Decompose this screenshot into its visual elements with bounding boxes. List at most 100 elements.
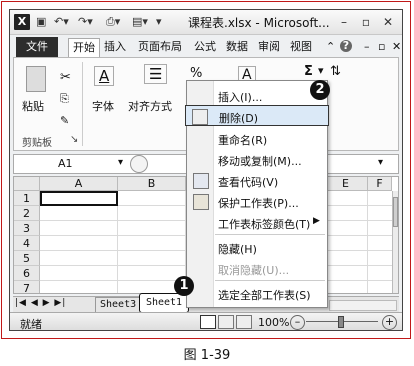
menu-item-move-copy[interactable]: 移动或复制(M)... [187,149,327,170]
vertical-scroll-thumb[interactable] [393,197,398,227]
menu-item-delete[interactable]: 删除(D) [185,105,329,126]
alignment-icon[interactable]: ☰ [144,64,168,84]
formula-bar-options-icon[interactable] [130,155,148,173]
ribbon-tabs: 文件 开始 插入 页面布局 公式 数据 审阅 视图 ⌃ ? – ▫ ✕ [10,35,402,57]
clipboard-launcher-icon[interactable]: ↘ [70,134,78,145]
font-button[interactable]: 字体 [92,98,114,114]
menu-item-select-all-sheets[interactable]: 选定全部工作表(S) [187,283,327,304]
sort-filter-icon[interactable]: ⇅ [330,64,341,79]
format-painter-icon[interactable]: ✎ [60,114,69,127]
autosum-dropdown-icon[interactable]: ▾ [318,64,324,77]
close-icon[interactable]: ✕ [380,14,396,30]
tab-home[interactable]: 开始 [68,38,100,57]
menu-item-label: 工作表标签颜色(T) [218,218,311,231]
tab-data[interactable]: 数据 [222,38,252,56]
window-title: 课程表.xlsx - Microsoft... [188,16,330,30]
tab-formulas[interactable]: 公式 [190,38,220,56]
percent-icon[interactable]: % [190,66,202,81]
name-box-dropdown-icon[interactable]: ▾ [118,157,123,168]
autosum-icon[interactable]: Σ [304,64,313,79]
clipboard-group-label: 剪贴板 [22,138,52,149]
page-break-view-icon[interactable] [236,315,252,329]
tab-review[interactable]: 审阅 [254,38,284,56]
menu-item-label: 查看代码(V) [218,176,279,189]
screenshot-frame: X ▣ ↶▾ ↷▾ ⎙▾ ▤▾ ▾ 课程表.xlsx - Microsoft..… [1,1,411,339]
grid-line [367,191,368,293]
undo-icon[interactable]: ↶▾ [54,14,69,30]
alignment-button[interactable]: 对齐方式 [128,98,172,114]
customize-quick-access-icon[interactable]: ▾ [156,14,162,30]
title-bar: X ▣ ↶▾ ↷▾ ⎙▾ ▤▾ ▾ 课程表.xlsx - Microsoft..… [10,10,402,35]
tab-insert[interactable]: 插入 [100,38,130,56]
tab-file[interactable]: 文件 [16,37,58,57]
formula-bar-expand-icon[interactable]: ▾ [378,157,383,168]
menu-item-tab-color[interactable]: 工作表标签颜色(T) ▶ [187,212,327,233]
menu-item-view-code[interactable]: 查看代码(V) [187,170,327,191]
menu-item-rename[interactable]: 重命名(R) [187,128,327,149]
menu-item-label: 保护工作表(P)... [218,197,299,210]
row-header[interactable]: 3 [14,221,40,236]
minimize-icon[interactable]: – [336,14,352,30]
zoom-slider-thumb[interactable] [338,316,344,328]
group-divider [82,62,83,146]
name-box[interactable]: A1 [18,157,118,171]
cut-icon[interactable]: ✂ [60,70,71,85]
menu-item-unhide: 取消隐藏(U)... [187,258,327,279]
save-icon[interactable]: ▣ [36,14,46,30]
callout-step-2: 2 [310,80,330,100]
row-header[interactable]: 7 [14,281,40,293]
menu-item-label: 选定全部工作表(S) [218,289,311,302]
column-header-b[interactable]: B [118,177,186,191]
select-all-corner[interactable] [14,177,40,191]
figure-caption: 图 1-39 [183,348,231,363]
sheet-tab-sheet1[interactable]: Sheet1 [139,293,189,313]
restore-icon[interactable]: ▫ [358,14,374,30]
delete-icon [192,109,208,125]
doc-close-icon[interactable]: ✕ [388,38,402,56]
tab-view[interactable]: 视图 [286,38,316,56]
tab-page-layout[interactable]: 页面布局 [134,38,186,56]
menu-item-label: 重命名(R) [218,134,268,147]
menu-item-hide[interactable]: 隐藏(H) [187,237,327,258]
status-bar: 就绪 100% – + [10,312,402,330]
redo-icon[interactable]: ↷▾ [78,14,93,30]
zoom-in-icon[interactable]: + [382,315,397,330]
doc-minimize-icon[interactable]: – [360,38,374,56]
menu-item-label: 插入(I)... [218,91,263,104]
column-header-e[interactable]: E [324,177,368,191]
menu-separator [215,234,325,235]
row-header[interactable]: 2 [14,206,40,221]
font-icon[interactable]: A [94,66,115,86]
row-header[interactable]: 6 [14,266,40,281]
row-header[interactable]: 4 [14,236,40,251]
paste-icon[interactable] [26,66,46,92]
copy-icon[interactable]: ⎘ [60,92,69,106]
submenu-arrow-icon: ▶ [313,216,320,226]
page-layout-view-icon[interactable] [218,315,234,329]
preview-icon[interactable]: ▤▾ [132,14,148,30]
zoom-out-icon[interactable]: – [290,315,305,330]
excel-window: X ▣ ↶▾ ↷▾ ⎙▾ ▤▾ ▾ 课程表.xlsx - Microsoft..… [9,9,403,331]
print-icon[interactable]: ⎙▾ [106,14,120,30]
zoom-level[interactable]: 100% [258,316,289,329]
menu-separator [215,280,325,281]
menu-item-protect-sheet[interactable]: 保护工作表(P)... [187,191,327,212]
horizontal-scrollbar[interactable] [329,300,397,311]
sheet-tab-sheet3[interactable]: Sheet3 [95,297,142,313]
column-header-a[interactable]: A [40,177,118,191]
menu-item-label: 隐藏(H) [218,243,257,256]
row-header[interactable]: 5 [14,251,40,266]
help-icon[interactable]: ? [340,40,352,52]
active-cell-a1[interactable] [40,191,118,206]
excel-app-icon: X [14,14,30,30]
grid-line [117,191,118,293]
column-header-f[interactable]: F [368,177,392,191]
paste-button[interactable]: 粘贴 [22,98,44,114]
sheet-nav-arrows-icon[interactable]: |◀ ◀ ▶ ▶| [15,298,66,308]
row-header[interactable]: 1 [14,191,40,206]
menu-item-insert[interactable]: 插入(I)... [187,85,327,106]
menu-item-label: 移动或复制(M)... [218,155,302,168]
ribbon-collapse-icon[interactable]: ⌃ [322,38,339,56]
normal-view-icon[interactable] [200,315,216,329]
sheet-tab-context-menu: 插入(I)... 删除(D) 重命名(R) 移动或复制(M)... 查看代码(V… [185,80,329,308]
